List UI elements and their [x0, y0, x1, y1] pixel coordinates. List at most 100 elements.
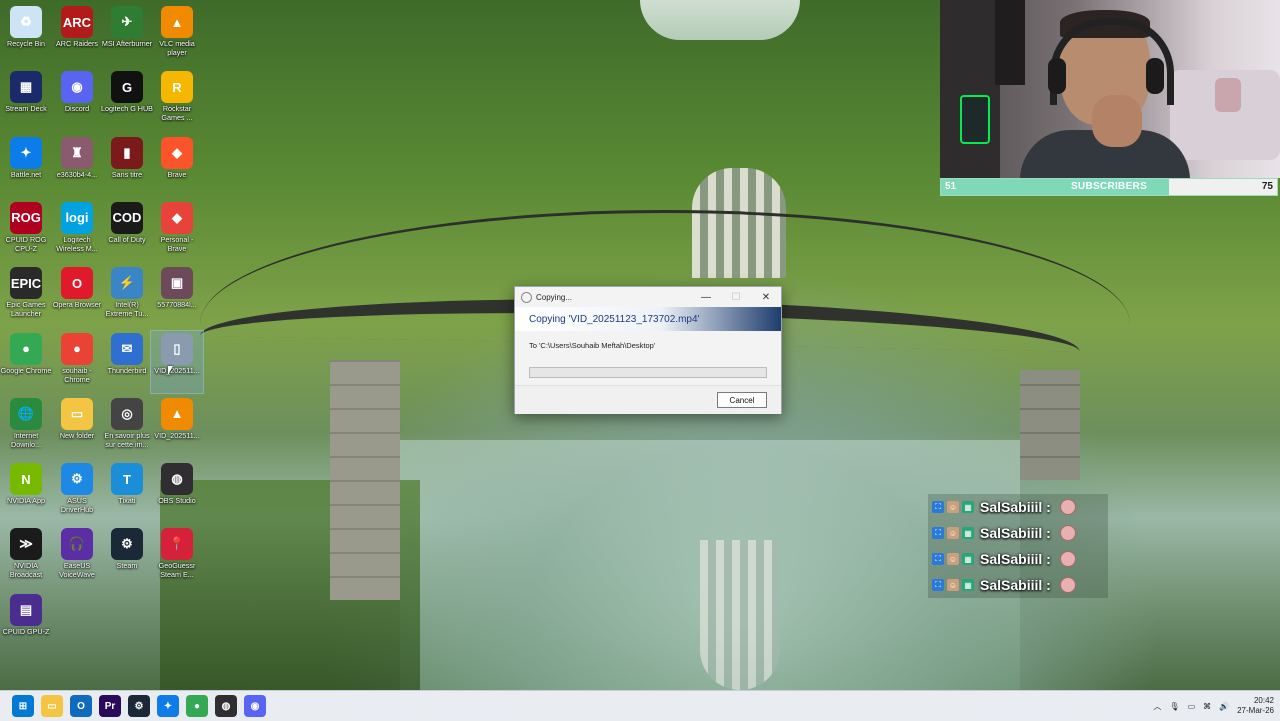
desktop-icon[interactable]: 🎧 EaseUS VoiceWave	[51, 526, 103, 588]
folder-icon: ▭	[61, 397, 93, 430]
chat-username: SalSabiiil :	[980, 525, 1051, 541]
desktop-icon[interactable]: ◎ En savoir plus sur cette im...	[101, 396, 153, 458]
obs-taskbar-icon[interactable]: ◍	[215, 695, 237, 717]
chat-message: ⛶ ☺ ▦ SalSabiiil :	[928, 546, 1108, 572]
copy-progress-bar	[529, 367, 767, 378]
file-explorer-icon[interactable]: ▭	[41, 695, 63, 717]
copy-heading: Copying 'VID_20251123_173702.mp4'	[529, 313, 700, 325]
battle-net-taskbar-icon[interactable]: ✦	[157, 695, 179, 717]
display-icon[interactable]: ▭	[1188, 702, 1196, 711]
desktop-icon[interactable]: ● souhaib - Chrome	[51, 331, 103, 393]
emote-icon	[1059, 499, 1076, 515]
clock-date: 27-Mar-26	[1237, 706, 1274, 715]
chrome-icon: ●	[10, 332, 42, 365]
logitech-g-hub-icon: G	[111, 71, 143, 104]
network-icon[interactable]: ⌘	[1203, 702, 1211, 711]
desktop-icon[interactable]: ♜ e3630b4-4...	[51, 135, 103, 197]
taskbar: ⊞ ▭ O Pr ⚙ ✦ ● ◍ ◉ ︿ 🎙 ▭ ⌘ 🔊 20:42 27-Mar-26	[0, 690, 1280, 721]
copy-icon	[521, 291, 532, 303]
desktop-icon[interactable]: ▣ 55770884l...	[151, 265, 203, 327]
desktop-icon[interactable]: COD Call of Duty	[101, 200, 153, 262]
desktop-icon[interactable]: ⚡ Intel(R) Extreme Tu...	[101, 265, 153, 327]
subscriber-goal-target: 75	[1261, 181, 1273, 192]
desktop-icon[interactable]: ● Google Chrome	[0, 331, 52, 393]
desktop-icon-label: OBS Studio	[158, 496, 196, 506]
file-icon: ♜	[61, 136, 93, 169]
desktop-icon[interactable]: ◍ OBS Studio	[151, 461, 203, 523]
rockstar-icon: R	[161, 71, 193, 104]
desktop-icon[interactable]: ▯ VID_202511...	[150, 329, 204, 394]
desktop-icon[interactable]: ⚙ ASUS DriverHub	[51, 461, 103, 523]
desktop-icon[interactable]: ✉ Thunderbird	[101, 331, 153, 393]
desktop-icon[interactable]: ✈ MSI Afterburner	[101, 4, 153, 66]
desktop-icon[interactable]: ▲ VID_202511...	[151, 396, 203, 458]
desktop-icon[interactable]: 📍 GeoGuessr Steam E...	[151, 526, 203, 588]
desktop-icon[interactable]: ≫ NVIDIA Broadcast	[0, 526, 52, 588]
learn-more-icon: ◎	[111, 397, 143, 430]
chrome-taskbar-icon[interactable]: ●	[186, 695, 208, 717]
desktop-icon-label: Internet Downlo...	[11, 430, 41, 449]
desktop-icon[interactable]: R Rockstar Games ...	[151, 69, 203, 131]
desktop-icon[interactable]: ◆ Personal - Brave	[151, 200, 203, 262]
premiere-pro-icon[interactable]: Pr	[99, 695, 121, 717]
desktop-icon[interactable]: ROG CPUID ROG CPU-Z	[0, 200, 52, 262]
desktop-icon-label: GeoGuessr Steam E...	[158, 561, 196, 580]
cpuz-rog-icon: ROG	[10, 201, 42, 234]
emote-icon	[1059, 525, 1076, 541]
volume-icon[interactable]: 🔊	[1219, 702, 1229, 711]
chevron-up-icon[interactable]: ︿	[1153, 701, 1161, 712]
minimize-button[interactable]: —	[695, 287, 717, 307]
desktop-icon-label: Tixati	[118, 496, 136, 506]
desktop-icon[interactable]: ▦ Stream Deck	[0, 69, 52, 131]
desktop-icon-label: VID_202511...	[154, 430, 200, 440]
desktop-icon[interactable]: ♻ Recycle Bin	[0, 4, 52, 66]
easeus-voicewave-icon: 🎧	[61, 528, 93, 561]
desktop-icon[interactable]: G Logitech G HUB	[101, 69, 153, 131]
cancel-button[interactable]: Cancel	[717, 392, 767, 408]
desktop-icon[interactable]: ▲ VLC media player	[151, 4, 203, 66]
desktop-icon[interactable]: N NVIDIA App	[0, 461, 52, 523]
vlc-video-icon: ▲	[161, 397, 193, 430]
start-icon[interactable]: ⊞	[12, 695, 34, 717]
outlook-icon[interactable]: O	[70, 695, 92, 717]
close-button[interactable]: ✕	[755, 287, 777, 307]
desktop-icon[interactable]: ✦ Battle.net	[0, 135, 52, 197]
steam-taskbar-icon[interactable]: ⚙	[128, 695, 150, 717]
wallpaper-sky	[640, 0, 800, 40]
clock[interactable]: 20:42 27-Mar-26	[1237, 696, 1274, 716]
desktop-icon[interactable]: ▤ CPUID GPU-Z	[0, 592, 52, 654]
desktop-icon[interactable]: ARC ARC Raiders	[51, 4, 103, 66]
prime-badge-icon: ⛶	[932, 553, 944, 565]
subscriber-badge-icon: ▦	[962, 501, 974, 513]
tixati-icon: T	[111, 463, 143, 496]
desktop-icon[interactable]: ◉ Discord	[51, 69, 103, 131]
desktop-icon[interactable]: ▭ New folder	[51, 396, 103, 458]
desktop-icon[interactable]: T Tixati	[101, 461, 153, 523]
desktop-icon-label: Recycle Bin	[7, 39, 45, 48]
desktop-icon[interactable]: ▮ Sans titre	[101, 135, 153, 197]
desktop-icon[interactable]: EPIC Epic Games Launcher	[0, 265, 52, 327]
desktop-icon-label: Sans titre	[111, 169, 143, 179]
chrome-profile-icon: ●	[61, 332, 93, 365]
desktop-icon[interactable]: O Opera Browser	[51, 265, 103, 327]
subscriber-goal-bar: 51 SUBSCRIBERS 75	[940, 178, 1278, 196]
clock-time: 20:42	[1253, 696, 1274, 705]
desktop-icon-label: Brave	[167, 169, 187, 179]
desktop-icon-label: souhaib - Chrome	[62, 365, 92, 384]
desktop-icon[interactable]: ◆ Brave	[151, 135, 203, 197]
msi-afterburner-icon: ✈	[111, 6, 143, 38]
dialog-title: Copying...	[536, 292, 573, 302]
nvidia-broadcast-icon: ≫	[10, 528, 42, 561]
desktop-icon[interactable]: logi Logitech Wireless M...	[51, 200, 103, 262]
face-badge-icon: ☺	[947, 527, 959, 539]
webcam-overlay	[940, 0, 1280, 178]
prime-badge-icon: ⛶	[932, 501, 944, 513]
microphone-icon[interactable]: 🎙	[1169, 702, 1179, 711]
wallpaper-bridge-pier-right	[1020, 370, 1080, 480]
idm-icon: 🌐	[10, 397, 42, 430]
desktop-icon[interactable]: ⚙ Steam	[101, 526, 153, 588]
desktop-icon[interactable]: 🌐 Internet Downlo...	[0, 396, 52, 458]
recycle-bin-icon: ♻	[10, 6, 42, 38]
desktop-icon-label: VID_202511...	[154, 365, 200, 375]
discord-taskbar-icon[interactable]: ◉	[244, 695, 266, 717]
